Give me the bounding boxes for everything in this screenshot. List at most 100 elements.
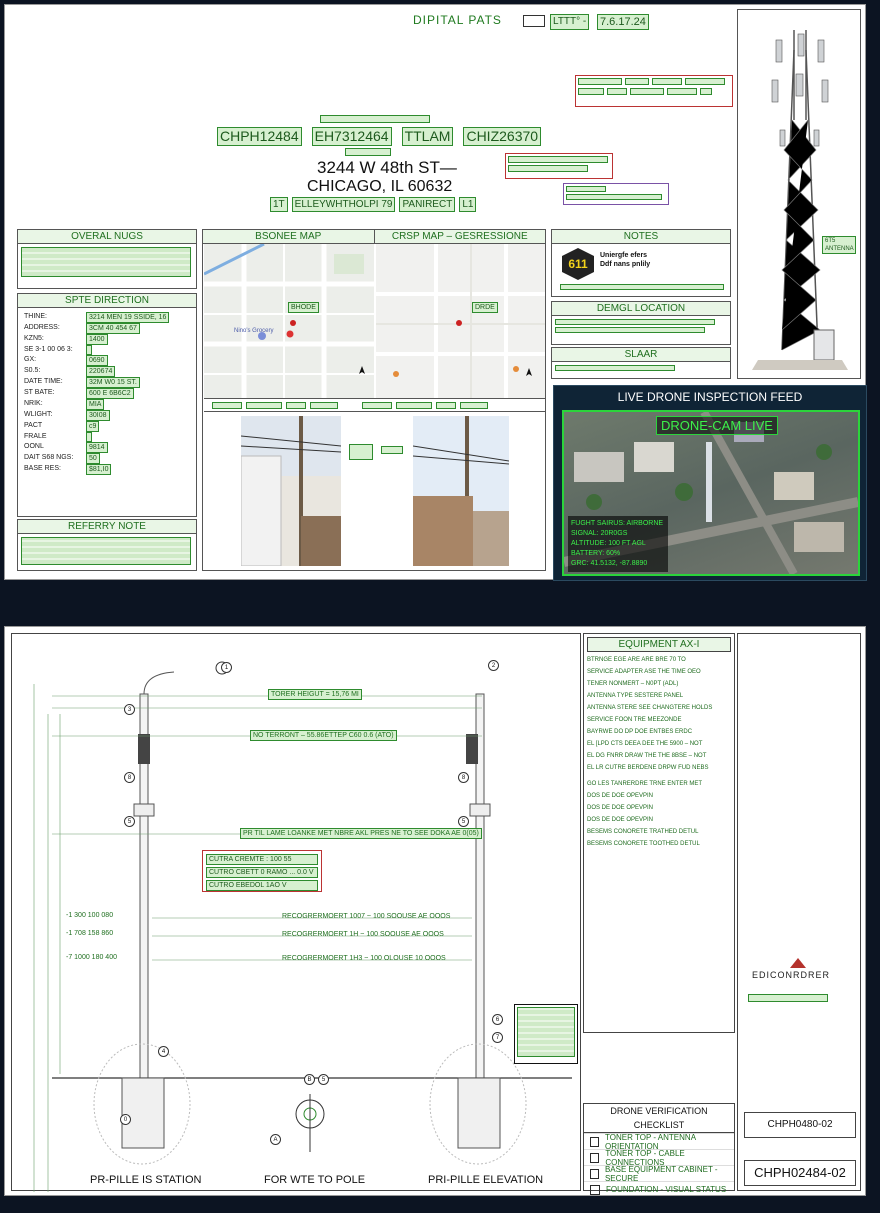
map-marker-label: BHODE bbox=[288, 302, 319, 313]
callout-5b: 5 bbox=[318, 1074, 329, 1085]
checklist-item[interactable]: TONER TOP - ANTENNA ORIENTATION bbox=[584, 1133, 734, 1151]
row-value: 3214 MEN 19 SSIDE, 16 bbox=[86, 312, 170, 323]
company-tag bbox=[748, 994, 828, 1002]
site-direction-row: KZN5: 1400 bbox=[24, 334, 190, 345]
location-pin-icon bbox=[290, 320, 296, 326]
row-key: SE 3-1 00 06 3: bbox=[24, 346, 73, 353]
checkbox[interactable] bbox=[590, 1168, 599, 1179]
status-block bbox=[563, 183, 669, 205]
equipment-item: EL LR CUTRE BERDENE DRPW FUD NEBS bbox=[587, 765, 709, 771]
sheet-number-small: CHPH0480-02 bbox=[744, 1112, 856, 1138]
row-value: MIA bbox=[86, 399, 105, 410]
notes-line: Uniergfe efers bbox=[600, 252, 648, 259]
elevation-caption: PRI-PILLE ELEVATION bbox=[428, 1174, 544, 1186]
row-value: 3CM 40 454 67 bbox=[86, 323, 140, 334]
checklist-label: FOUNDATION - VISUAL STATUS bbox=[606, 1185, 727, 1194]
telemetry-line: GRC: 41.5132, -87.8890 bbox=[571, 560, 648, 567]
callout-4: 4 bbox=[158, 1046, 169, 1057]
row-value: 30I08 bbox=[86, 410, 110, 421]
cabinet-note bbox=[514, 1004, 578, 1064]
dimension-label: RECOGRERMOERT 1007 ~ 100 SOOUSE AE OOOS bbox=[282, 913, 451, 920]
callout-2: 2 bbox=[488, 660, 499, 671]
site-sheet: DIPITAL PATS LTTT° - 7.6.17.24 CHPH12484… bbox=[4, 4, 867, 581]
checklist-item[interactable]: TONER TOP - CABLE CONNECTIONS bbox=[584, 1149, 734, 1167]
revision-block bbox=[575, 75, 733, 107]
dimension-label: RECOGRERMOERT 1H3 ~ 100 OLOUSE 10 OOOS bbox=[282, 955, 446, 962]
demgl-location-panel: DEMGL LOCATION bbox=[551, 301, 731, 345]
callout-0: 0 bbox=[120, 1114, 131, 1125]
call-811-icon: 611 bbox=[562, 248, 594, 280]
referral-note-panel: REFERRY NOTE bbox=[17, 519, 197, 571]
tag-icon bbox=[523, 15, 545, 27]
checklist-item[interactable]: FOUNDATION - VISUAL STATUS bbox=[584, 1181, 734, 1197]
base-map[interactable]: Nino's Grocery BHODE bbox=[203, 242, 374, 398]
callout-1: 1 bbox=[221, 662, 232, 673]
site-city: CHICAGO, IL 60632 bbox=[307, 178, 453, 195]
photo-note bbox=[381, 446, 403, 454]
row-key: FRALE bbox=[24, 433, 47, 440]
equipment-item: SERVICE ADAPTER ASE THE TIME OEO bbox=[587, 669, 701, 675]
equipment-item: ANTENNA TYPE SESTERE PANEL bbox=[587, 693, 684, 699]
row-value: 1400 bbox=[86, 334, 108, 345]
checkbox[interactable] bbox=[590, 1184, 600, 1195]
overall-notes-body bbox=[18, 244, 196, 285]
footer-bit: PANIRECT bbox=[399, 197, 456, 212]
site-photo-right[interactable] bbox=[412, 416, 510, 566]
ltt-label: LTTT° - bbox=[550, 14, 590, 30]
checklist-title: DRONE VERIFICATION CHECKLIST bbox=[584, 1104, 734, 1133]
site-direction-row: FRALE bbox=[24, 432, 190, 442]
wire-caption: FOR WTE TO POLE bbox=[264, 1174, 366, 1186]
crsp-map[interactable]: DRDE bbox=[376, 244, 545, 398]
crsp-map-title: CRSP MAP – GESRESSIONE bbox=[374, 230, 545, 243]
site-photo-left[interactable] bbox=[240, 416, 342, 567]
offset-label: -7 1000 180 400 bbox=[66, 954, 117, 961]
elevation-sheet: 1 3 8 5 2 8 5 6 7 4 0 B 5 A TORER HEIGUT… bbox=[4, 626, 866, 1196]
company-name: EDICONRDRER bbox=[752, 970, 831, 980]
checklist-panel: DRONE VERIFICATION CHECKLIST TONER TOP -… bbox=[583, 1103, 735, 1195]
overall-notes-panel: OVERAL NUGS bbox=[17, 229, 197, 289]
equipment-item: EL DG FNRR DRAW THE THE 8BSE – NOT bbox=[587, 753, 707, 759]
overall-notes-title: OVERAL NUGS bbox=[18, 230, 196, 244]
checkbox[interactable] bbox=[590, 1152, 600, 1163]
site-direction-row: NRIK: MIA bbox=[24, 399, 190, 410]
drone-video[interactable]: DRONE-CAM LIVE FUGHT SAIRUS: AIRBORNE SI… bbox=[562, 410, 860, 576]
drone-feed-title: LIVE DRONE INSPECTION FEED bbox=[617, 390, 803, 404]
checklist-label: BASE EQUIPMENT CABINET - SECURE bbox=[604, 1164, 718, 1183]
legend-item: BESEMS CONORETE TOOTHED DETUL bbox=[587, 841, 700, 847]
legend-item: DOS DE DOE OPEVPIN bbox=[587, 817, 654, 823]
project-codes: CHPH12484 EH7312464 TTLAM CHIZ26370 bbox=[217, 127, 542, 146]
equipment-item: SERVICE FOON TRE MEEZONDE bbox=[587, 717, 682, 723]
row-key: ADDRESS: bbox=[24, 324, 60, 331]
maps-panel: BSONEE MAP CRSP MAP – GESRESSIONE Nino's… bbox=[202, 229, 546, 571]
footer-bit: 1T bbox=[270, 197, 288, 212]
callout-3: 3 bbox=[124, 704, 135, 715]
site-direction-rows: THINE: 3214 MEN 19 SSIDE, 16 ADDRESS: 3CM 4… bbox=[18, 308, 196, 479]
footer-bit: ELLEYWHTHOLPI 79 bbox=[291, 197, 396, 212]
site-direction-row: PACT c9 bbox=[24, 421, 190, 432]
clearance-line: CUTRO EBEDOL 1AO V bbox=[206, 880, 318, 891]
telemetry-line: BATTERY: 60% bbox=[571, 550, 621, 557]
site-direction-row: BASE RES: $81,I0 bbox=[24, 464, 190, 475]
row-key: DAIT S68 NGS: bbox=[24, 454, 74, 461]
project-code: CHIZ26370 bbox=[463, 127, 542, 146]
telemetry-line: FUGHT SAIRUS: AIRBORNE bbox=[571, 520, 664, 527]
callout-b: B bbox=[304, 1074, 315, 1085]
callout-8: 8 bbox=[458, 772, 469, 783]
checkbox[interactable] bbox=[590, 1136, 600, 1147]
demgl-location-title: DEMGL LOCATION bbox=[552, 302, 730, 316]
clearance-line: CUTRO CBETT 0 RAMO ... 0.0 V bbox=[206, 867, 318, 878]
callout-5: 5 bbox=[124, 816, 135, 827]
row-key: GX: bbox=[24, 356, 37, 363]
row-value: 600 E 6B6C2 bbox=[86, 388, 134, 399]
photo-note bbox=[349, 444, 373, 460]
checklist-item[interactable]: BASE EQUIPMENT CABINET - SECURE bbox=[584, 1164, 734, 1183]
callout-5: 5 bbox=[458, 816, 469, 827]
row-value: 220674 bbox=[86, 366, 116, 377]
equipment-item: BTRNGE EGE ARE ARE BRE 70 TO bbox=[587, 657, 686, 663]
row-value bbox=[86, 432, 92, 442]
station-caption: PR-PILLE IS STATION bbox=[90, 1174, 202, 1186]
referral-note-title: REFERRY NOTE bbox=[18, 520, 196, 534]
site-direction-row: THINE: 3214 MEN 19 SSIDE, 16 bbox=[24, 312, 190, 323]
slaar-title: SLAAR bbox=[552, 348, 730, 362]
telemetry-line: ALTITUDE: 100 FT AGL bbox=[571, 540, 646, 547]
